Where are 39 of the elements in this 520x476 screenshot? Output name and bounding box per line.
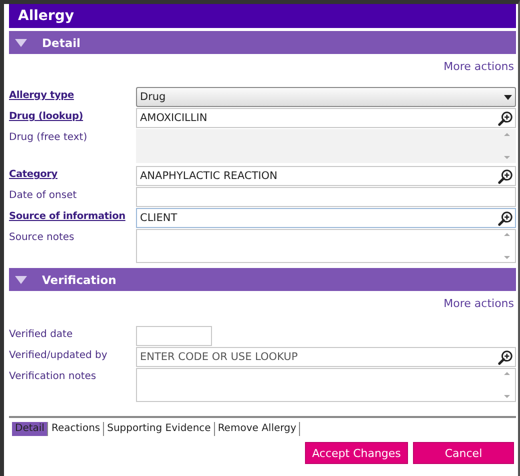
tab[interactable]: Reactions [48,422,104,436]
field-label: Verification notes [9,370,98,382]
window-title: Allergy [9,4,516,28]
more-actions-link[interactable]: More actions [444,60,514,73]
caret-icon [15,276,27,284]
more-actions-link[interactable]: More actions [444,297,514,310]
scrollbar-icon [502,131,512,161]
search-icon[interactable] [498,169,513,184]
input-field[interactable] [136,187,516,207]
field-label: Drug (lookup) [9,110,84,122]
dropdown-arrow-icon [504,94,512,100]
field-label: Source of information [9,210,126,222]
field-label: Source notes [9,231,76,243]
field-label: Date of onset [9,189,78,201]
section-header[interactable]: Detail [9,31,516,54]
field-label: Category [9,168,58,180]
field-label: Drug (free text) [9,131,88,143]
tab[interactable]: Remove Allergy [214,422,300,436]
lookup-field[interactable]: AMOXICILLIN [136,108,516,128]
action-button[interactable]: Cancel [413,442,514,464]
caret-icon [15,38,27,46]
field-label: Allergy type [9,89,75,101]
section-title: Detail [42,36,80,50]
search-icon[interactable] [498,211,513,226]
lookup-field[interactable]: ENTER CODE OR USE LOOKUP [136,347,516,367]
lookup-field[interactable]: ANAPHYLACTIC REACTION [136,166,516,186]
section-header[interactable]: Verification [9,268,516,291]
search-icon[interactable] [498,111,513,126]
search-icon[interactable] [498,350,513,365]
date-field[interactable] [136,326,212,346]
field-label: Verified/updated by [9,349,108,361]
dropdown[interactable]: Drug [136,87,516,107]
tab[interactable]: Supporting Evidence [104,422,215,436]
action-button[interactable]: Accept Changes [305,442,408,464]
lookup-field[interactable]: CLIENT [136,208,516,228]
field-label: Verified date [9,328,74,340]
section-title: Verification [42,272,116,286]
scrollbar-icon [502,231,512,261]
scrollbar-icon [502,370,512,400]
